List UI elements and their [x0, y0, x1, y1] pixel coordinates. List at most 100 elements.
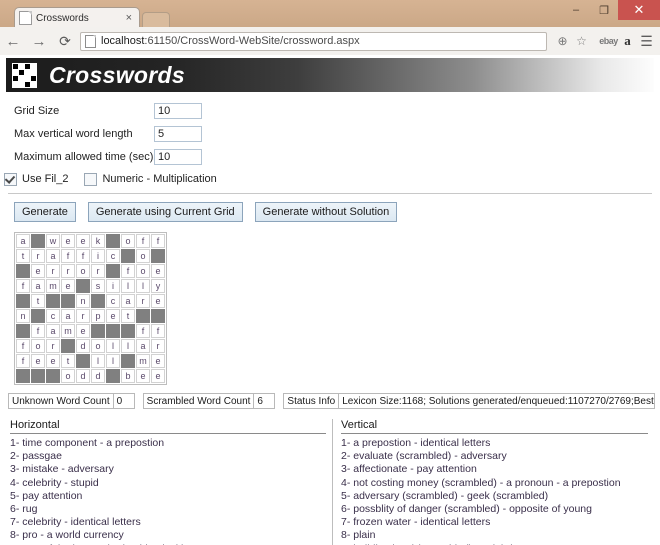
grid-cell[interactable]: r — [61, 264, 75, 278]
grid-cell[interactable]: e — [76, 324, 90, 338]
grid-cell[interactable]: k — [91, 234, 105, 248]
grid-cell[interactable]: t — [31, 294, 45, 308]
grid-cell[interactable]: e — [106, 309, 120, 323]
generate-button-1[interactable]: Generate using Current Grid — [87, 202, 243, 222]
tab-close-icon[interactable]: × — [123, 12, 135, 24]
grid-cell[interactable]: i — [91, 249, 105, 263]
field-input-1[interactable] — [154, 125, 202, 142]
grid-cell[interactable]: e — [61, 279, 75, 293]
grid-cell[interactable]: r — [91, 264, 105, 278]
checkbox-label-1[interactable]: Numeric - Multiplication — [102, 173, 216, 185]
grid-cell[interactable]: f — [136, 324, 150, 338]
browser-tab[interactable]: Crosswords × — [14, 7, 140, 28]
address-bar[interactable]: localhost:61150/CrossWord-WebSite/crossw… — [80, 31, 547, 51]
grid-cell[interactable]: f — [16, 279, 30, 293]
browser-menu-icon[interactable]: ☰ — [637, 33, 656, 50]
grid-cell[interactable]: f — [151, 324, 165, 338]
grid-cell[interactable]: o — [121, 234, 135, 248]
minimize-button[interactable]: – — [562, 0, 590, 20]
grid-cell[interactable]: d — [76, 339, 90, 353]
zoom-icon[interactable]: ⊕ — [553, 34, 572, 48]
grid-cell[interactable]: a — [46, 324, 60, 338]
grid-cell[interactable]: c — [46, 309, 60, 323]
grid-cell[interactable]: y — [151, 279, 165, 293]
grid-cell[interactable]: a — [61, 309, 75, 323]
grid-cell[interactable]: f — [61, 249, 75, 263]
grid-cell[interactable]: o — [91, 339, 105, 353]
grid-cell[interactable]: m — [61, 324, 75, 338]
grid-cell[interactable]: n — [16, 309, 30, 323]
grid-cell[interactable]: f — [151, 234, 165, 248]
grid-cell[interactable]: l — [106, 339, 120, 353]
grid-cell[interactable]: o — [61, 369, 75, 383]
crossword-grid[interactable]: aweekofftrafficoerrorfoefamesillytncaren… — [14, 232, 167, 385]
grid-cell[interactable]: i — [106, 279, 120, 293]
grid-cell[interactable]: e — [61, 234, 75, 248]
grid-cell[interactable]: l — [136, 279, 150, 293]
back-icon[interactable]: ← — [0, 34, 26, 49]
forward-icon[interactable]: → — [26, 34, 52, 49]
grid-cell[interactable]: e — [151, 354, 165, 368]
grid-cell[interactable]: s — [91, 279, 105, 293]
grid-cell[interactable]: l — [121, 339, 135, 353]
close-button[interactable]: ✕ — [618, 0, 660, 20]
grid-cell[interactable]: f — [31, 324, 45, 338]
field-input-2[interactable] — [154, 148, 202, 165]
grid-cell[interactable]: r — [46, 264, 60, 278]
grid-cell[interactable]: e — [46, 354, 60, 368]
grid-cell[interactable]: n — [76, 294, 90, 308]
grid-cell[interactable]: m — [136, 354, 150, 368]
grid-cell[interactable]: t — [121, 309, 135, 323]
grid-cell[interactable]: d — [91, 369, 105, 383]
grid-cell[interactable]: f — [16, 339, 30, 353]
ebay-extension-icon[interactable]: ebay — [599, 36, 618, 46]
grid-cell[interactable]: e — [76, 234, 90, 248]
grid-cell[interactable]: e — [136, 369, 150, 383]
grid-cell[interactable]: b — [121, 369, 135, 383]
grid-cell[interactable]: o — [76, 264, 90, 278]
grid-cell[interactable]: e — [151, 294, 165, 308]
grid-cell[interactable]: o — [31, 339, 45, 353]
grid-cell[interactable]: p — [91, 309, 105, 323]
grid-cell[interactable]: r — [46, 339, 60, 353]
grid-cell[interactable]: l — [106, 354, 120, 368]
grid-cell[interactable]: l — [121, 279, 135, 293]
grid-cell[interactable]: t — [61, 354, 75, 368]
grid-cell[interactable]: a — [121, 294, 135, 308]
grid-cell[interactable]: l — [91, 354, 105, 368]
grid-cell[interactable]: e — [151, 264, 165, 278]
generate-button-0[interactable]: Generate — [14, 202, 76, 222]
grid-cell[interactable]: r — [76, 309, 90, 323]
grid-cell[interactable]: f — [136, 234, 150, 248]
grid-cell[interactable]: f — [76, 249, 90, 263]
grid-cell[interactable]: m — [46, 279, 60, 293]
grid-cell[interactable]: a — [136, 339, 150, 353]
grid-cell[interactable]: a — [31, 279, 45, 293]
grid-cell[interactable]: e — [31, 264, 45, 278]
checkbox-0[interactable] — [4, 172, 17, 186]
grid-cell[interactable]: e — [31, 354, 45, 368]
grid-cell[interactable]: a — [46, 249, 60, 263]
grid-cell[interactable]: f — [16, 354, 30, 368]
grid-cell[interactable]: w — [46, 234, 60, 248]
bookmark-star-icon[interactable]: ☆ — [572, 34, 591, 48]
grid-cell[interactable]: o — [136, 264, 150, 278]
field-input-0[interactable] — [154, 102, 202, 119]
grid-cell[interactable]: d — [76, 369, 90, 383]
grid-cell[interactable]: r — [136, 294, 150, 308]
grid-cell[interactable]: f — [121, 264, 135, 278]
grid-cell[interactable]: c — [106, 294, 120, 308]
amazon-extension-icon[interactable]: a — [618, 33, 637, 49]
checkbox-label-0[interactable]: Use Fil_2 — [22, 173, 68, 185]
grid-cell[interactable]: o — [136, 249, 150, 263]
checkbox-1[interactable] — [84, 172, 98, 186]
reload-icon[interactable]: ⟳ — [52, 34, 78, 48]
grid-cell[interactable]: a — [16, 234, 30, 248]
grid-cell[interactable]: c — [106, 249, 120, 263]
grid-cell[interactable]: t — [16, 249, 30, 263]
grid-cell[interactable]: r — [31, 249, 45, 263]
grid-cell[interactable]: e — [151, 369, 165, 383]
grid-cell[interactable]: r — [151, 339, 165, 353]
maximize-button[interactable]: ❐ — [590, 0, 618, 20]
generate-button-2[interactable]: Generate without Solution — [254, 202, 398, 222]
